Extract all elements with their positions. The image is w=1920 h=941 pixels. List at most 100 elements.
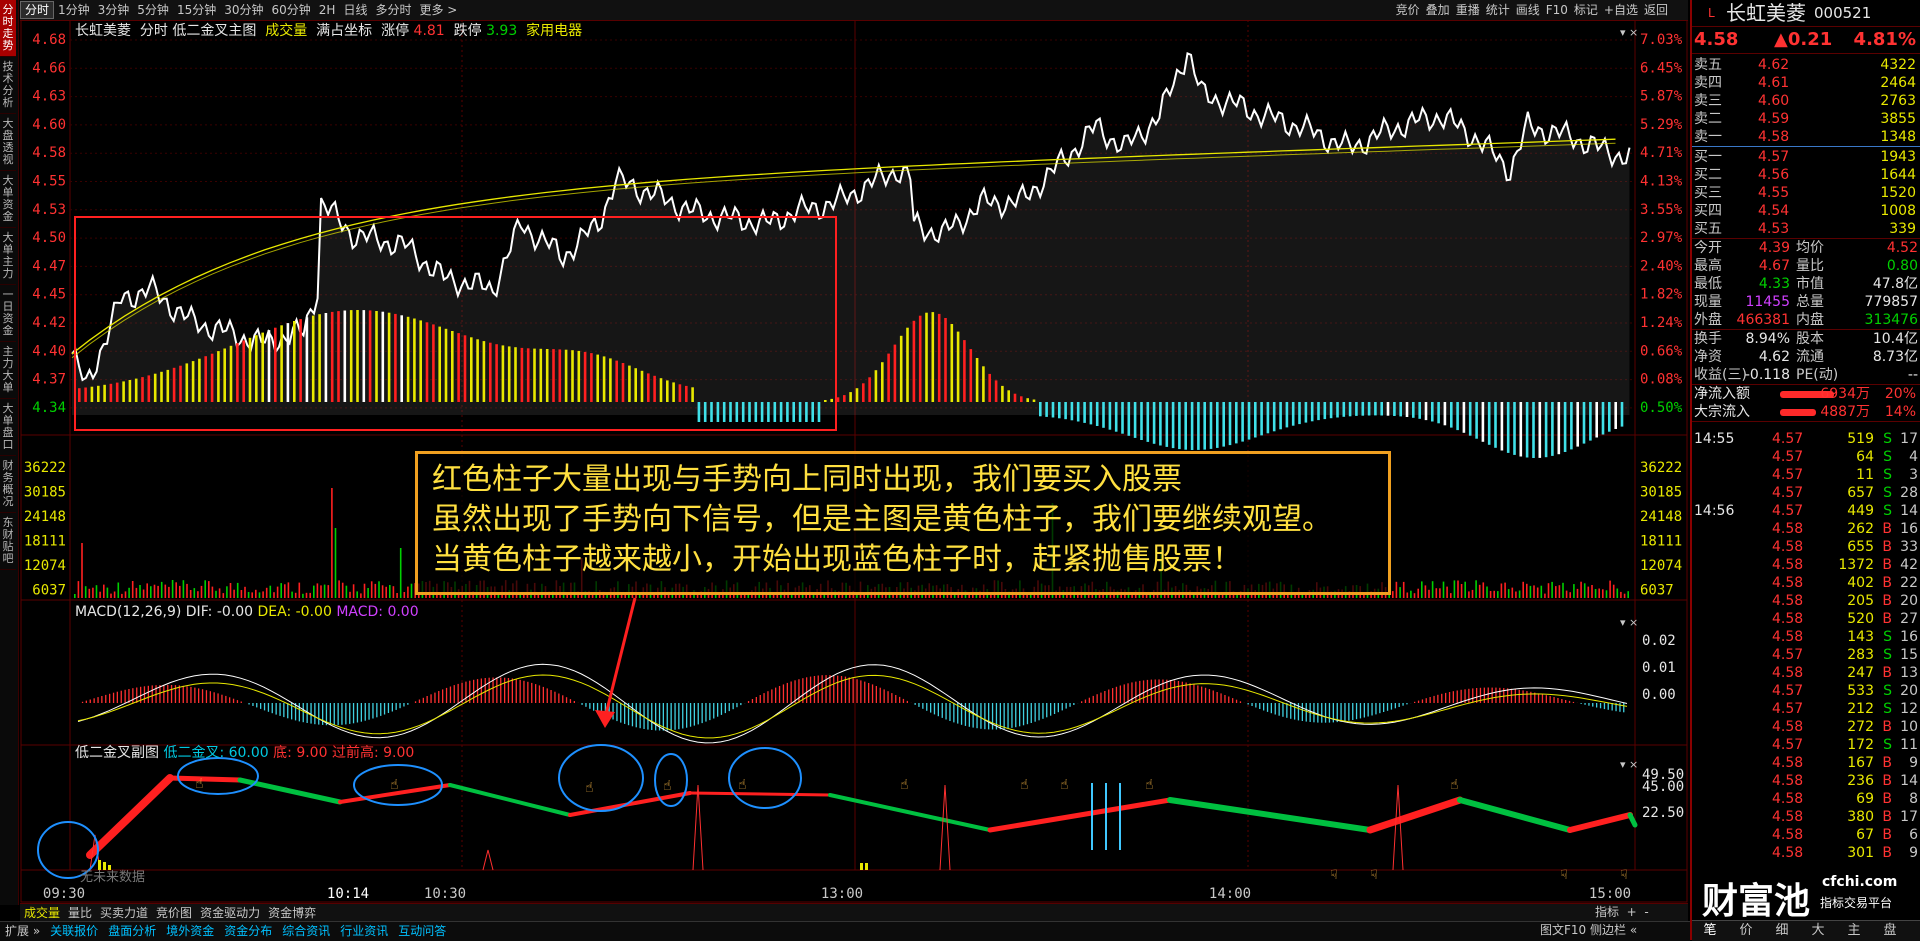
macd-bar (465, 682, 466, 703)
toolbar-button-1[interactable]: 叠加 (1426, 3, 1450, 17)
macd-bar (841, 676, 842, 703)
sidebar-toggle[interactable]: 侧边栏 « (1590, 923, 1637, 937)
ask-row-0[interactable]: 卖五4.624322 (1692, 56, 1920, 74)
main-indicator-bar (1431, 402, 1434, 422)
tick-price: 4.58 (1772, 538, 1803, 556)
bid-row-3[interactable]: 买四4.541008 (1692, 202, 1920, 220)
period-tab-7[interactable]: 2H (315, 0, 340, 20)
left-nav-item-8[interactable]: 财务概况 (0, 456, 16, 513)
period-tab-3[interactable]: 5分钟 (133, 0, 173, 20)
sector-label[interactable]: 家用电器 (526, 23, 582, 39)
period-tab-2[interactable]: 3分钟 (94, 0, 134, 20)
right-tab-2[interactable]: 细 (1764, 921, 1800, 941)
tick-row: 4.58262B16 (1692, 520, 1920, 538)
tick-volume: 64 (1856, 448, 1874, 466)
toolbar-button-6[interactable]: 标记 (1574, 3, 1598, 17)
toolbar-button-0[interactable]: 竞价 (1396, 3, 1420, 17)
status-tab-6[interactable]: 行业资讯 (335, 922, 393, 941)
toolbar-button-2[interactable]: 重播 (1456, 3, 1480, 17)
left-nav-item-9[interactable]: 东财贴吧 (0, 513, 16, 570)
volume-bar (1551, 582, 1553, 598)
main-indicator-bar (280, 325, 283, 402)
toolbar-button-3[interactable]: 统计 (1486, 3, 1510, 17)
left-nav-item-2[interactable]: 大盘透视 (0, 114, 16, 171)
macd-bar (748, 701, 749, 703)
right-tab-3[interactable]: 大 (1800, 921, 1836, 941)
bid-row-1[interactable]: 买二4.561644 (1692, 166, 1920, 184)
tick-side: B (1882, 538, 1892, 556)
indicator-add-button[interactable]: + (1627, 905, 1637, 919)
main-indicator-bar (653, 376, 656, 402)
period-tab-0[interactable]: 分时 (20, 1, 54, 19)
indicator-tab-4[interactable]: 资金驱动力 (196, 904, 264, 922)
chart-items[interactable]: 分时 低二金叉主图 (140, 23, 256, 39)
right-tab-1[interactable]: 价 (1728, 921, 1764, 941)
period-tab-10[interactable]: 更多 > (415, 0, 461, 20)
sub-label[interactable]: 低二金叉副图 (75, 745, 159, 761)
status-tab-4[interactable]: 资金分布 (219, 922, 277, 941)
period-tab-9[interactable]: 多分时 (371, 0, 415, 20)
f10-button[interactable]: 图文F10 (1540, 923, 1586, 937)
main-indicator-bar (723, 402, 726, 422)
left-nav-item-0[interactable]: 分时走势 (0, 0, 16, 57)
bid-row-2[interactable]: 买三4.551520 (1692, 184, 1920, 202)
macd-label[interactable]: MACD(12,26,9) (75, 604, 181, 620)
toolbar-button-7[interactable]: +自选 (1604, 3, 1638, 17)
tick-side: B (1882, 790, 1892, 808)
left-nav-item-7[interactable]: 大单盘口 (0, 399, 16, 456)
bid-row-4[interactable]: 买五4.53339 (1692, 220, 1920, 238)
period-tab-5[interactable]: 30分钟 (220, 0, 267, 20)
indicator-button[interactable]: 指标 (1595, 905, 1619, 919)
volume-tick-left: 36222 (24, 460, 66, 476)
main-indicator-bar (1071, 402, 1074, 420)
macd-bar (1027, 703, 1028, 724)
coord-mode[interactable]: 满占坐标 (316, 23, 372, 39)
main-indicator-bar (875, 370, 878, 402)
main-indicator-bar (1558, 402, 1561, 454)
left-nav-item-4[interactable]: 大单主力 (0, 228, 16, 285)
macd-bar (729, 703, 730, 711)
toolbar-button-8[interactable]: 返回 (1644, 3, 1668, 17)
macd-bar (1197, 685, 1198, 703)
status-tab-1[interactable]: 关联报价 (45, 922, 103, 941)
volume-label[interactable]: 成交量 (265, 23, 307, 39)
status-tab-5[interactable]: 综合资讯 (277, 922, 335, 941)
brand-site: cfchi.com (1822, 874, 1897, 890)
macd-bar (221, 695, 222, 703)
left-nav-item-1[interactable]: 技术分析 (0, 57, 16, 114)
indicator-tab-2[interactable]: 买卖力道 (96, 904, 152, 922)
left-nav-item-6[interactable]: 主力大单 (0, 342, 16, 399)
ask-row-3[interactable]: 卖二4.593855 (1692, 110, 1920, 128)
volume-bar (74, 594, 76, 598)
right-tab-5[interactable]: 盘 (1872, 921, 1908, 941)
period-tab-6[interactable]: 60分钟 (268, 0, 315, 20)
volume-bar (1526, 584, 1528, 598)
bid-row-0[interactable]: 买一4.571943 (1692, 148, 1920, 166)
ask-row-1[interactable]: 卖四4.612464 (1692, 74, 1920, 92)
indicator-tab-3[interactable]: 竞价图 (152, 904, 196, 922)
toolbar-button-5[interactable]: F10 (1546, 3, 1568, 17)
period-tab-8[interactable]: 日线 (339, 0, 371, 20)
period-tab-1[interactable]: 1分钟 (54, 0, 94, 20)
indicator-tab-5[interactable]: 资金博弈 (264, 904, 320, 922)
indicator-tab-1[interactable]: 量比 (64, 904, 96, 922)
flow-label: 大宗流入 (1694, 403, 1750, 421)
status-tab-7[interactable]: 互动问答 (393, 922, 451, 941)
main-indicator-bar (881, 362, 884, 402)
indicator-remove-button[interactable]: - (1644, 905, 1648, 919)
ask-row-2[interactable]: 卖三4.602763 (1692, 92, 1920, 110)
status-tab-2[interactable]: 盘面分析 (103, 922, 161, 941)
left-nav-item-3[interactable]: 大单资金 (0, 171, 16, 228)
tick-price: 4.58 (1772, 844, 1803, 862)
right-tab-4[interactable]: 主 (1836, 921, 1872, 941)
macd-bar (1352, 703, 1353, 720)
indicator-tab-0[interactable]: 成交量 (20, 904, 64, 922)
period-tab-4[interactable]: 15分钟 (173, 0, 220, 20)
status-tab-0[interactable]: 扩展 » (0, 922, 45, 941)
macd-bar (1209, 689, 1210, 703)
left-nav-item-5[interactable]: 一日资金 (0, 285, 16, 342)
toolbar-button-4[interactable]: 画线 (1516, 3, 1540, 17)
status-tab-3[interactable]: 境外资金 (161, 922, 219, 941)
ask-row-4[interactable]: 卖一4.581348 (1692, 128, 1920, 146)
right-tab-0[interactable]: 笔 (1692, 921, 1728, 941)
